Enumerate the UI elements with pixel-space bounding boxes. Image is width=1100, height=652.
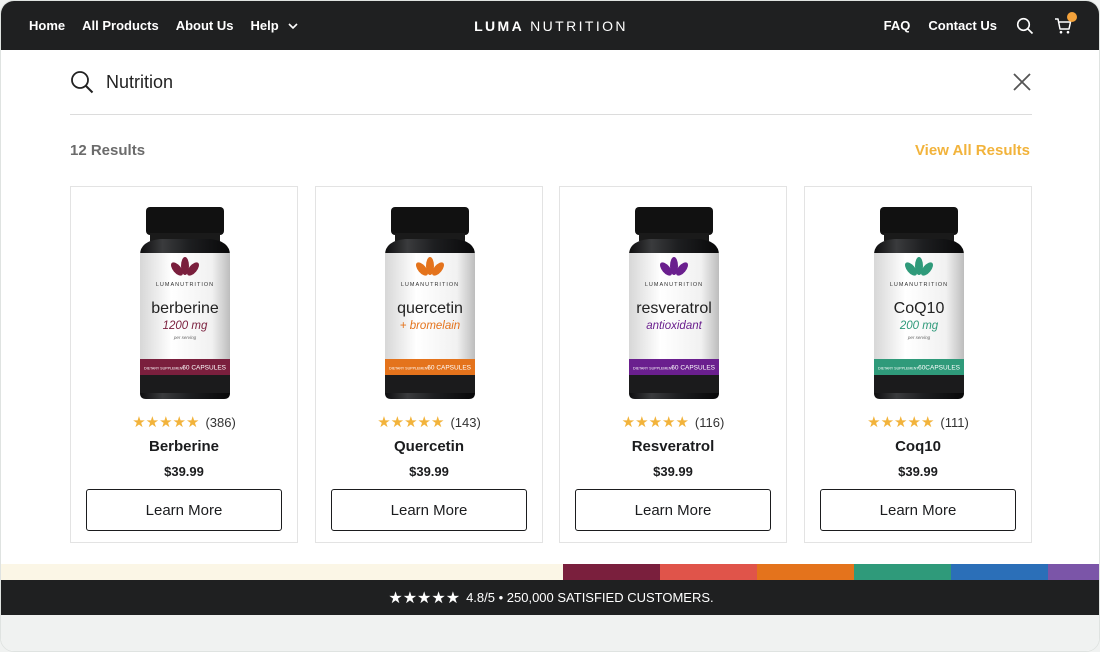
search-icon <box>1016 17 1034 34</box>
learn-more-button[interactable]: Learn More <box>575 489 771 531</box>
learn-more-button[interactable]: Learn More <box>86 489 282 531</box>
product-name[interactable]: Coq10 <box>805 438 1031 455</box>
bottle-band-text: 60CAPSULES <box>918 365 961 372</box>
rating-stars: ★★★★★ <box>867 414 935 431</box>
review-count: (116) <box>694 414 725 430</box>
search-bar <box>70 62 1032 115</box>
nav-help-label: Help <box>250 18 279 33</box>
bottle-product-text: berberine <box>151 300 219 317</box>
supplement-bottle-image: LUMANUTRITION CoQ10 200 mg per serving D… <box>874 207 964 399</box>
rating-stars: ★★★★★ <box>621 414 689 431</box>
bottle-dose-text: 200 mg <box>899 320 939 332</box>
bottle-brand-text: LUMANUTRITION <box>401 282 459 288</box>
bottle-brand-text: LUMANUTRITION <box>645 282 703 288</box>
bottle-note-text: per serving <box>907 335 931 340</box>
rating-banner: ★★★★★ 4.8/5 • 250,000 SATISFIED CUSTOMER… <box>1 580 1099 615</box>
bottle-band-small-text: DIETARY SUPPLEMENT <box>633 367 674 371</box>
product-name[interactable]: Quercetin <box>316 438 542 455</box>
brand-name-bold[interactable]: LUMA <box>474 18 524 34</box>
cart-count-badge <box>1067 11 1077 22</box>
bottle-dose-text: antioxidant <box>646 320 702 332</box>
banner-text: 4.8/5 • 250,000 SATISFIED CUSTOMERS. <box>466 590 714 605</box>
stripe-segment <box>660 564 757 580</box>
product-price: $39.99 <box>409 464 449 479</box>
product-card[interactable]: LUMANUTRITION CoQ10 200 mg per serving D… <box>804 186 1032 543</box>
nav-faq-link[interactable]: FAQ <box>884 18 911 33</box>
supplement-bottle-image: LUMANUTRITION berberine 1200 mg per serv… <box>140 207 230 399</box>
learn-more-button[interactable]: Learn More <box>820 489 1016 531</box>
product-price: $39.99 <box>898 464 938 479</box>
product-rating: ★★★★★ (386) <box>71 413 297 431</box>
top-nav: Home All Products About Us Help LUMA NUTR… <box>1 1 1099 50</box>
nav-all-products-link[interactable]: All Products <box>82 18 159 33</box>
bottle-band-small-text: DIETARY SUPPLEMENT <box>389 367 430 371</box>
rating-stars: ★★★★★ <box>377 414 445 431</box>
learn-more-button[interactable]: Learn More <box>331 489 527 531</box>
search-icon <box>71 71 94 94</box>
bottle-dose-text: 1200 mg <box>163 320 208 332</box>
search-input[interactable] <box>106 69 966 95</box>
product-image[interactable]: LUMANUTRITION CoQ10 200 mg per serving D… <box>805 203 1033 403</box>
bottle-band-small-text: DIETARY SUPPLEMENT <box>878 367 919 371</box>
product-price: $39.99 <box>653 464 693 479</box>
product-rating: ★★★★★ (143) <box>316 413 542 431</box>
review-count: (111) <box>940 414 969 430</box>
bottle-band-text: 60 CAPSULES <box>182 365 226 372</box>
product-rating: ★★★★★ (116) <box>560 413 786 431</box>
product-name[interactable]: Berberine <box>71 438 297 455</box>
nav-right: FAQ Contact Us <box>884 1 1077 50</box>
nav-about-us-link[interactable]: About Us <box>176 18 234 33</box>
view-all-results-link[interactable]: View All Results <box>915 142 1030 159</box>
supplement-bottle-image: LUMANUTRITION resveratrol antioxidant DI… <box>629 207 719 399</box>
cart-button[interactable] <box>1053 11 1077 36</box>
nav-home-link[interactable]: Home <box>29 18 65 33</box>
chevron-down-icon <box>288 22 298 29</box>
product-image[interactable]: LUMANUTRITION resveratrol antioxidant DI… <box>560 203 788 403</box>
bottle-product-text: quercetin <box>397 300 463 317</box>
bottle-band-text: 60 CAPSULES <box>427 365 471 372</box>
banner-stars: ★★★★★ <box>388 589 461 607</box>
stripe-segment <box>757 564 854 580</box>
supplement-bottle-image: LUMANUTRITION quercetin + bromelain DIET… <box>385 207 475 399</box>
review-count: (386) <box>205 414 236 430</box>
brand-name-light[interactable]: NUTRITION <box>530 18 628 34</box>
results-count: 12 Results <box>70 142 146 159</box>
color-stripe <box>1 564 1099 580</box>
bottle-product-text: resveratrol <box>636 300 712 317</box>
close-icon[interactable] <box>1012 72 1032 92</box>
product-price: $39.99 <box>164 464 204 479</box>
footer-area <box>1 615 1099 651</box>
review-count: (143) <box>450 414 481 430</box>
product-card[interactable]: LUMANUTRITION resveratrol antioxidant DI… <box>559 186 787 543</box>
product-name[interactable]: Resveratrol <box>560 438 786 455</box>
product-rating: ★★★★★ (111) <box>805 413 1031 431</box>
product-image[interactable]: LUMANUTRITION berberine 1200 mg per serv… <box>71 203 299 403</box>
stripe-segment <box>951 564 1048 580</box>
nav-contact-us-link[interactable]: Contact Us <box>928 18 997 33</box>
product-image[interactable]: LUMANUTRITION quercetin + bromelain DIET… <box>316 203 544 403</box>
rating-stars: ★★★★★ <box>132 414 200 431</box>
bottle-product-text: CoQ10 <box>894 300 945 317</box>
bottle-band-text: 60 CAPSULES <box>671 365 715 372</box>
product-card[interactable]: LUMANUTRITION berberine 1200 mg per serv… <box>70 186 298 543</box>
bottle-band-small-text: DIETARY SUPPLEMENT <box>144 367 185 371</box>
stripe-segment <box>854 564 951 580</box>
bottle-brand-text: LUMANUTRITION <box>156 282 214 288</box>
product-grid: LUMANUTRITION berberine 1200 mg per serv… <box>70 186 1032 543</box>
bottle-dose-text: + bromelain <box>400 320 460 332</box>
nav-left: Home All Products About Us Help <box>29 1 299 50</box>
stripe-segment <box>563 564 660 580</box>
bottle-note-text: per serving <box>173 335 197 340</box>
bottle-brand-text: LUMANUTRITION <box>890 282 948 288</box>
product-card[interactable]: LUMANUTRITION quercetin + bromelain DIET… <box>315 186 543 543</box>
stripe-segment <box>1048 564 1099 580</box>
nav-help-menu[interactable]: Help <box>250 18 298 33</box>
header-search-button[interactable] <box>1015 16 1035 36</box>
page-frame: Home All Products About Us Help LUMA NUTR… <box>0 0 1100 652</box>
